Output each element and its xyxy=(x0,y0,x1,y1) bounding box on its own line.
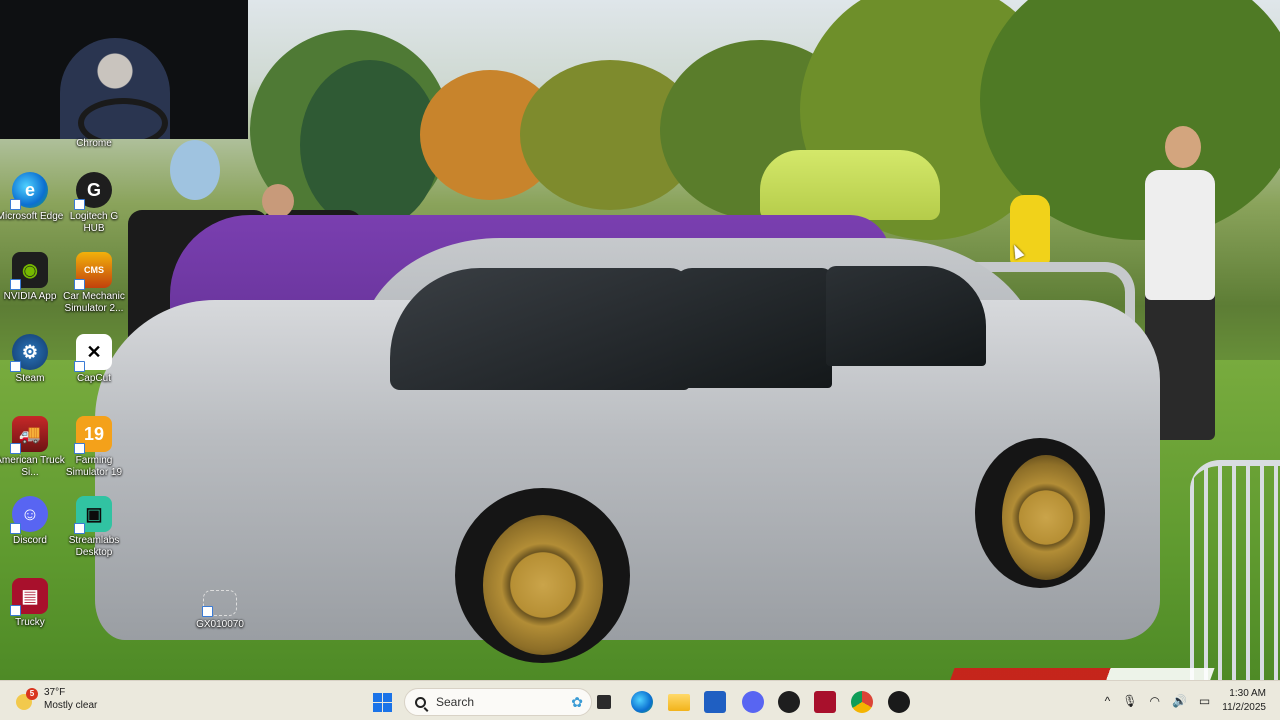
taskbar-discord-button[interactable] xyxy=(739,688,767,716)
trucky-icon xyxy=(814,691,836,713)
weather-temperature: 37°F xyxy=(44,687,66,698)
task-view-button[interactable] xyxy=(590,688,618,716)
taskbar-store-button[interactable] xyxy=(701,688,729,716)
trucky-icon: ▤ xyxy=(10,578,48,616)
taskbar: 5 37°F Mostly clear Search ✿ ^ 🎙 ◠ 🔊 ▭ 1… xyxy=(0,680,1280,720)
streamlabs-desktop-icon[interactable]: ▣ Streamlabs Desktop xyxy=(58,496,130,559)
car-rim xyxy=(483,515,603,655)
car-mechanic-icon: CMS xyxy=(74,252,112,290)
webcam-overlay xyxy=(0,0,248,139)
taskbar-chrome-button[interactable] xyxy=(848,688,876,716)
search-highlight-icon: ✿ xyxy=(571,693,583,710)
logitech-g-icon xyxy=(778,691,800,713)
video-file-icon xyxy=(202,590,237,617)
task-view-icon xyxy=(597,695,611,709)
microphone-icon[interactable]: 🎙 xyxy=(1122,694,1137,708)
car-window xyxy=(672,268,832,388)
spectator xyxy=(1145,170,1215,300)
desktop-icon-label: CapCut xyxy=(77,373,111,384)
desktop-icon-label: Chrome xyxy=(76,138,112,149)
edge-icon: e xyxy=(10,172,48,210)
taskbar-edge-button[interactable] xyxy=(628,688,656,716)
search-icon xyxy=(415,696,426,708)
system-tray: ^ 🎙 ◠ 🔊 ▭ 1:30 AM 11/2/2025 xyxy=(1105,681,1266,720)
clock-date: 11/2/2025 xyxy=(1222,702,1266,713)
moon-cloud-icon: 5 xyxy=(14,688,38,710)
discord-icon: ☺ xyxy=(10,496,48,534)
weather-badge: 5 xyxy=(26,688,38,700)
trucky-desktop-icon[interactable]: ▤ Trucky xyxy=(0,578,66,629)
search-placeholder: Search xyxy=(436,695,475,709)
car-window xyxy=(826,266,986,366)
taskbar-file-explorer-button[interactable] xyxy=(665,688,693,716)
wifi-icon[interactable]: ◠ xyxy=(1149,694,1159,708)
desktop-icon-label: Trucky xyxy=(15,617,45,628)
spectator-head xyxy=(1165,126,1201,168)
discord-icon xyxy=(742,691,764,713)
steam-icon: ⚙ xyxy=(10,334,48,372)
desktop-icon-label: American Truck Si... xyxy=(0,455,65,478)
logitech-ghub-desktop-icon[interactable]: G Logitech G HUB xyxy=(58,172,130,235)
watermark-logo xyxy=(949,668,1215,680)
store-icon xyxy=(704,691,726,713)
steam-desktop-icon[interactable]: ⚙ Steam xyxy=(0,334,66,385)
tree xyxy=(300,60,440,230)
edge-desktop-icon[interactable]: e Microsoft Edge xyxy=(0,172,66,223)
desktop-icon-label: Microsoft Edge xyxy=(0,211,64,222)
spectator-head xyxy=(170,140,220,200)
folder-icon xyxy=(668,693,690,711)
taskbar-obs-button[interactable] xyxy=(885,688,913,716)
car-mechanic-simulator-desktop-icon[interactable]: CMS Car Mechanic Simulator 2... xyxy=(58,252,130,315)
farming-simulator-desktop-icon[interactable]: 19 Farming Simulator 19 xyxy=(58,416,130,479)
capcut-desktop-icon[interactable]: ✕ CapCut xyxy=(58,334,130,385)
windows-logo-icon xyxy=(372,692,392,712)
start-button[interactable] xyxy=(368,688,396,716)
chrome-icon xyxy=(851,691,873,713)
spectator-head xyxy=(262,184,294,218)
desktop-icon-label: Farming Simulator 19 xyxy=(65,455,123,478)
taskbar-trucky-button[interactable] xyxy=(811,688,839,716)
american-truck-simulator-desktop-icon[interactable]: 🚚 American Truck Si... xyxy=(0,416,66,479)
battery-icon[interactable]: ▭ xyxy=(1199,694,1210,708)
weather-condition: Mostly clear xyxy=(44,700,98,711)
edge-icon xyxy=(631,691,653,713)
farming-simulator-icon: 19 xyxy=(74,416,112,454)
gx010070-file-icon[interactable]: GX010070 xyxy=(184,590,256,631)
desktop-icon-label: Car Mechanic Simulator 2... xyxy=(63,291,125,314)
car-windshield xyxy=(390,268,690,390)
taskbar-logitech-button[interactable] xyxy=(775,688,803,716)
truck-icon: 🚚 xyxy=(10,416,48,454)
desktop-icon-label: Steam xyxy=(15,373,45,384)
capcut-icon: ✕ xyxy=(74,334,112,372)
green-car xyxy=(760,150,940,220)
clock[interactable]: 1:30 AM 11/2/2025 xyxy=(1222,687,1266,715)
desktop-icon-label: Discord xyxy=(13,535,47,546)
logitech-g-icon: G xyxy=(74,172,112,210)
tray-overflow-chevron-icon[interactable]: ^ xyxy=(1105,694,1111,708)
taskbar-search-box[interactable]: Search ✿ xyxy=(404,688,592,716)
desktop-icon-label: NVIDIA App xyxy=(3,291,57,302)
nvidia-icon: ◉ xyxy=(10,252,48,290)
desktop-icon-label: GX010070 xyxy=(196,619,244,630)
car-rim xyxy=(1002,455,1090,580)
discord-desktop-icon[interactable]: ☺ Discord xyxy=(0,496,66,547)
clock-time: 1:30 AM xyxy=(1229,688,1266,699)
volume-icon[interactable]: 🔊 xyxy=(1172,694,1187,708)
recording-app-icon xyxy=(888,691,910,713)
desktop-icon-label: Logitech G HUB xyxy=(69,211,119,234)
chrome-desktop-icon[interactable]: Chrome xyxy=(58,138,130,150)
nvidia-app-desktop-icon[interactable]: ◉ NVIDIA App xyxy=(0,252,66,303)
metal-fence xyxy=(1190,460,1280,680)
desktop-icon-label: Streamlabs Desktop xyxy=(68,535,120,558)
streamlabs-icon: ▣ xyxy=(74,496,112,534)
weather-widget[interactable]: 5 37°F Mostly clear xyxy=(14,686,97,712)
